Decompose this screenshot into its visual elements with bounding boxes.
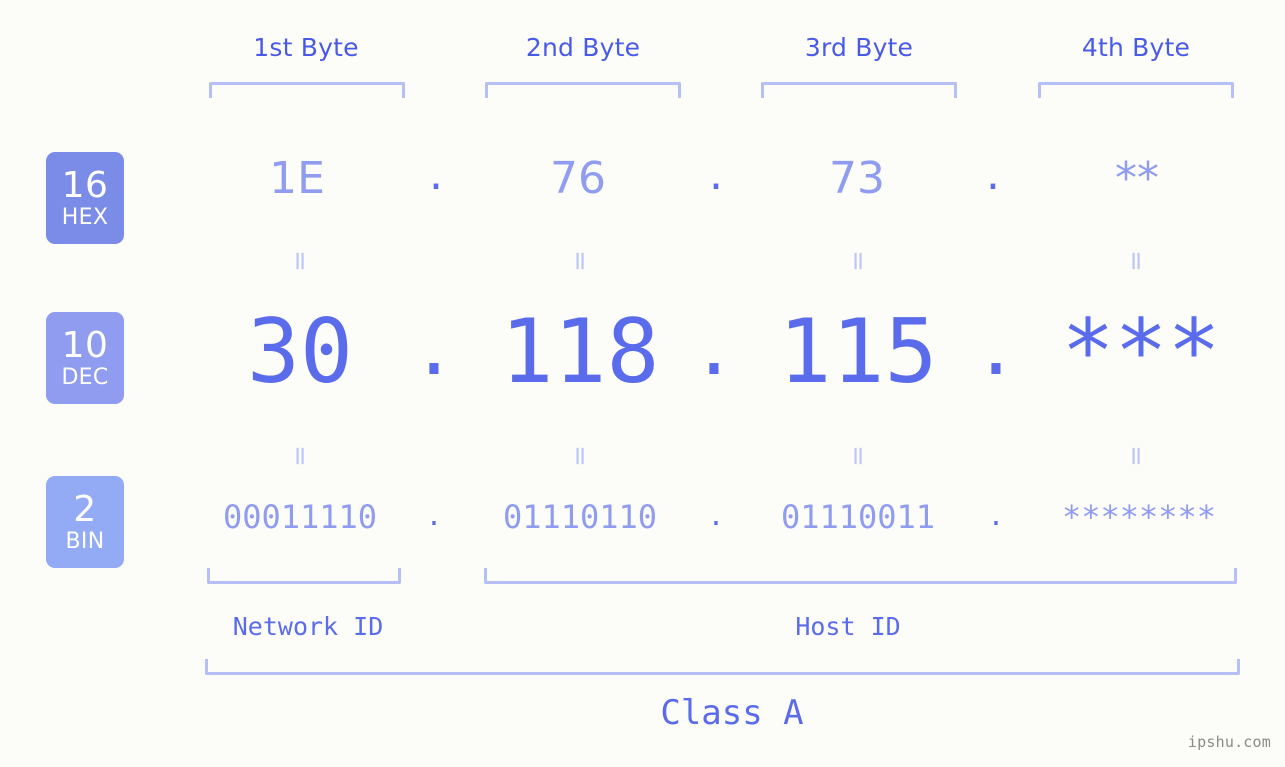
byte-bracket-3 [761, 82, 957, 98]
byte-bracket-2 [485, 82, 681, 98]
byte-bracket-1 [209, 82, 405, 98]
bin-separator-3: . [990, 495, 1002, 533]
base-badge-dec-number: 10 [61, 324, 109, 366]
base-badge-hex-label: HEX [61, 204, 109, 230]
dec-value-1: 30 [247, 300, 353, 403]
base-badge-bin-label: BIN [65, 528, 105, 554]
base-badge-dec-label: DEC [61, 364, 109, 390]
bin-separator-2: . [710, 495, 722, 533]
hex-value-3: 73 [829, 153, 885, 204]
base-badge-hex: 16 HEX [46, 152, 124, 244]
bin-value-3: 01110011 [780, 498, 936, 536]
base-badge-dec: 10 DEC [46, 312, 124, 404]
base-badge-hex-number: 16 [61, 164, 109, 206]
byte-label-3: 3rd Byte [804, 33, 914, 62]
site-watermark: ipshu.com [1187, 733, 1271, 751]
bin-value-1: 00011110 [222, 498, 378, 536]
dec-value-4: *** [1061, 300, 1221, 403]
equals-icon-1-3: = [843, 250, 873, 272]
equals-icon-1-2: = [565, 250, 595, 272]
bin-separator-1: . [428, 495, 440, 533]
bin-value-2: 01110110 [502, 498, 658, 536]
equals-icon-1-4: = [1121, 250, 1151, 272]
host-id-label: Host ID [795, 612, 901, 641]
dec-separator-3: . [982, 292, 1010, 395]
class-bracket [205, 659, 1240, 675]
base-badge-bin: 2 BIN [46, 476, 124, 568]
host-id-bracket [484, 568, 1237, 584]
equals-icon-2-1: = [285, 445, 315, 467]
ip-address-diagram: 1st Byte 2nd Byte 3rd Byte 4th Byte 16 H… [0, 0, 1285, 767]
byte-label-2: 2nd Byte [525, 33, 641, 62]
byte-label-1: 1st Byte [253, 33, 359, 62]
dec-separator-2: . [700, 292, 728, 395]
equals-icon-2-2: = [565, 445, 595, 467]
hex-value-1: 1E [269, 153, 325, 204]
class-label: Class A [660, 693, 804, 733]
byte-label-4: 4th Byte [1081, 33, 1191, 62]
hex-value-2: 76 [550, 153, 606, 204]
equals-icon-2-4: = [1121, 445, 1151, 467]
equals-icon-1-1: = [285, 250, 315, 272]
bin-value-4: ******** [1061, 498, 1217, 536]
base-badge-bin-number: 2 [73, 488, 97, 530]
network-id-bracket [207, 568, 401, 584]
hex-separator-3: . [986, 149, 1000, 200]
dec-separator-1: . [420, 292, 448, 395]
network-id-label: Network ID [232, 612, 384, 641]
hex-separator-1: . [429, 149, 443, 200]
equals-icon-2-3: = [843, 445, 873, 467]
byte-bracket-4 [1038, 82, 1234, 98]
hex-value-4: ** [1115, 153, 1159, 204]
hex-separator-2: . [709, 149, 723, 200]
dec-value-2: 118 [500, 300, 660, 403]
dec-value-3: 115 [778, 300, 938, 403]
